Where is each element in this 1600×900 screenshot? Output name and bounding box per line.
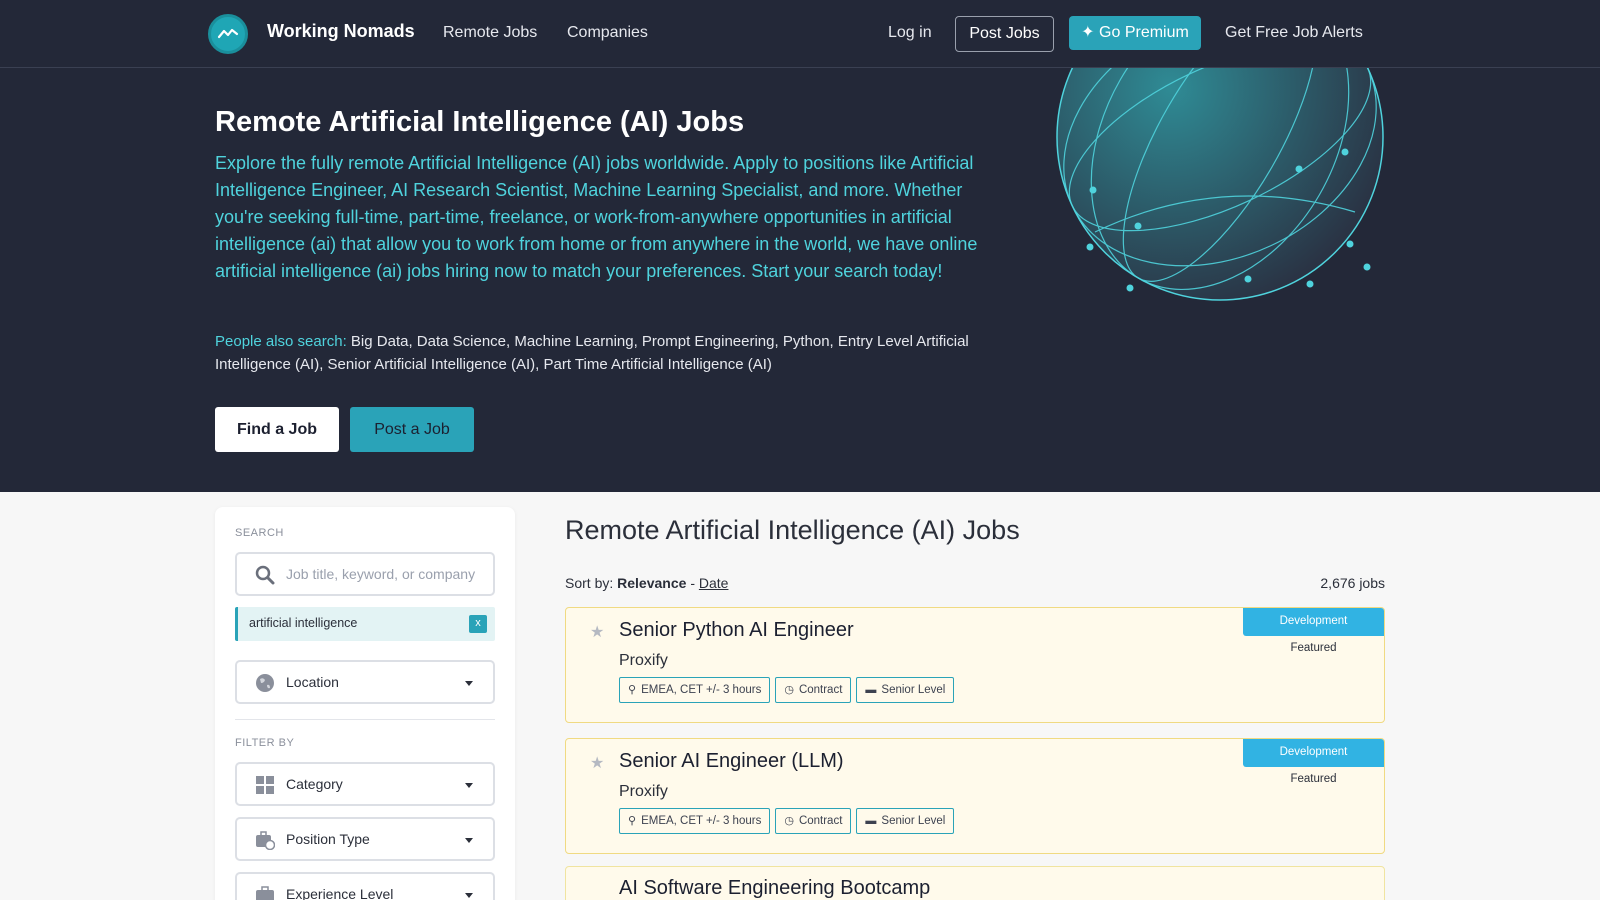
job-title[interactable]: Senior AI Engineer (LLM) <box>619 750 844 773</box>
globe-illustration <box>1056 68 1384 301</box>
featured-label: Featured <box>1290 773 1337 785</box>
sidebar-divider <box>235 719 495 720</box>
company-name[interactable]: Proxify <box>619 652 668 670</box>
search-placeholder: Job title, keyword, or company <box>286 566 476 582</box>
sort-date[interactable]: Date <box>699 575 729 591</box>
star-icon[interactable]: ★ <box>590 622 604 642</box>
category-badge: Development <box>1243 608 1384 636</box>
job-card[interactable]: ★ Senior AI Engineer (LLM) Proxify ⚲ EMEA… <box>565 738 1385 854</box>
sort-label: Sort by: <box>565 575 614 591</box>
job-card[interactable]: ★ Senior Python AI Engineer Proxify ⚲ EME… <box>565 607 1385 723</box>
results-title: Remote Artificial Intelligence (AI) Jobs <box>565 515 1020 545</box>
globe-icon <box>256 674 274 692</box>
brand-name[interactable]: Working Nomads <box>267 21 415 42</box>
search-icon <box>255 565 275 585</box>
type-tag: ◷ Contract <box>775 677 852 703</box>
hero-description: Explore the fully remote Artificial Inte… <box>215 153 978 281</box>
location-tag: ⚲ EMEA, CET +/- 3 hours <box>619 677 771 703</box>
job-title[interactable]: Senior Python AI Engineer <box>619 619 854 642</box>
location-select[interactable]: Location <box>235 660 495 704</box>
active-filter-label: artificial intelligence <box>249 616 358 630</box>
caret-down-icon <box>465 681 473 686</box>
filter-sidebar: SEARCH Job title, keyword, or company ar… <box>215 507 515 900</box>
featured-label: Featured <box>1290 642 1337 654</box>
job-tags: ⚲ EMEA, CET +/- 3 hours ◷ Contract ▬ Senior… <box>619 677 955 703</box>
hero-title: Remote Artificial Intelligence (AI) Jobs <box>215 106 745 138</box>
post-jobs-button[interactable]: Post Jobs <box>955 16 1054 52</box>
search-input[interactable]: Job title, keyword, or company <box>235 552 495 596</box>
experience-level-label: Experience Level <box>286 886 394 900</box>
caret-down-icon <box>465 838 473 843</box>
level-tag: ▬ Senior Level <box>856 808 955 834</box>
login-link[interactable]: Log in <box>888 24 932 42</box>
star-icon[interactable]: ★ <box>590 753 604 773</box>
experience-level-select[interactable]: Experience Level <box>235 872 495 900</box>
type-tag: ◷ Contract <box>775 808 852 834</box>
location-label: Location <box>286 674 339 690</box>
logo-icon[interactable] <box>208 14 248 54</box>
people-also-search: People also search: Big Data, Data Scien… <box>215 330 975 376</box>
top-navbar: Working Nomads Remote Jobs Companies Log… <box>0 0 1600 68</box>
sort-separator: - <box>690 575 695 591</box>
location-tag: ⚲ EMEA, CET +/- 3 hours <box>619 808 771 834</box>
caret-down-icon <box>465 893 473 898</box>
post-job-button[interactable]: Post a Job <box>350 407 474 452</box>
position-type-icon <box>256 831 275 850</box>
category-label: Category <box>286 776 343 792</box>
experience-icon <box>256 886 274 900</box>
job-tags: ⚲ EMEA, CET +/- 3 hours ◷ Contract ▬ Senior… <box>619 808 955 834</box>
active-filter-chip: artificial intelligence x <box>235 607 495 641</box>
remove-filter-button[interactable]: x <box>469 615 487 633</box>
hero-section: Remote Artificial Intelligence (AI) Jobs… <box>0 68 1600 492</box>
category-select[interactable]: Category <box>235 762 495 806</box>
job-card[interactable]: AI Software Engineering Bootcamp <box>565 866 1385 900</box>
filter-by-label: FILTER BY <box>235 737 295 749</box>
job-alerts-link[interactable]: Get Free Job Alerts <box>1225 24 1363 42</box>
job-title[interactable]: AI Software Engineering Bootcamp <box>619 877 930 900</box>
briefcase-icon: ▬ <box>865 815 877 827</box>
position-type-label: Position Type <box>286 831 370 847</box>
position-type-select[interactable]: Position Type <box>235 817 495 861</box>
sort-controls: Sort by: Relevance - Date <box>565 575 728 591</box>
location-pin-icon: ⚲ <box>628 815 637 827</box>
briefcase-icon: ▬ <box>865 684 877 696</box>
clock-icon: ◷ <box>784 815 794 827</box>
search-section-label: SEARCH <box>235 527 284 539</box>
caret-down-icon <box>465 783 473 788</box>
category-grid-icon <box>256 776 274 794</box>
people-also-search-label: People also search: <box>215 333 347 350</box>
location-pin-icon: ⚲ <box>628 684 637 696</box>
sort-relevance[interactable]: Relevance <box>617 575 686 591</box>
company-name[interactable]: Proxify <box>619 783 668 801</box>
go-premium-button[interactable]: ✦ Go Premium <box>1069 16 1201 50</box>
level-tag: ▬ Senior Level <box>856 677 955 703</box>
job-count: 2,676 jobs <box>1320 575 1385 591</box>
nav-link-remote-jobs[interactable]: Remote Jobs <box>443 24 537 42</box>
clock-icon: ◷ <box>784 684 794 696</box>
find-job-button[interactable]: Find a Job <box>215 407 339 452</box>
nav-link-companies[interactable]: Companies <box>567 24 648 42</box>
category-badge: Development <box>1243 739 1384 767</box>
